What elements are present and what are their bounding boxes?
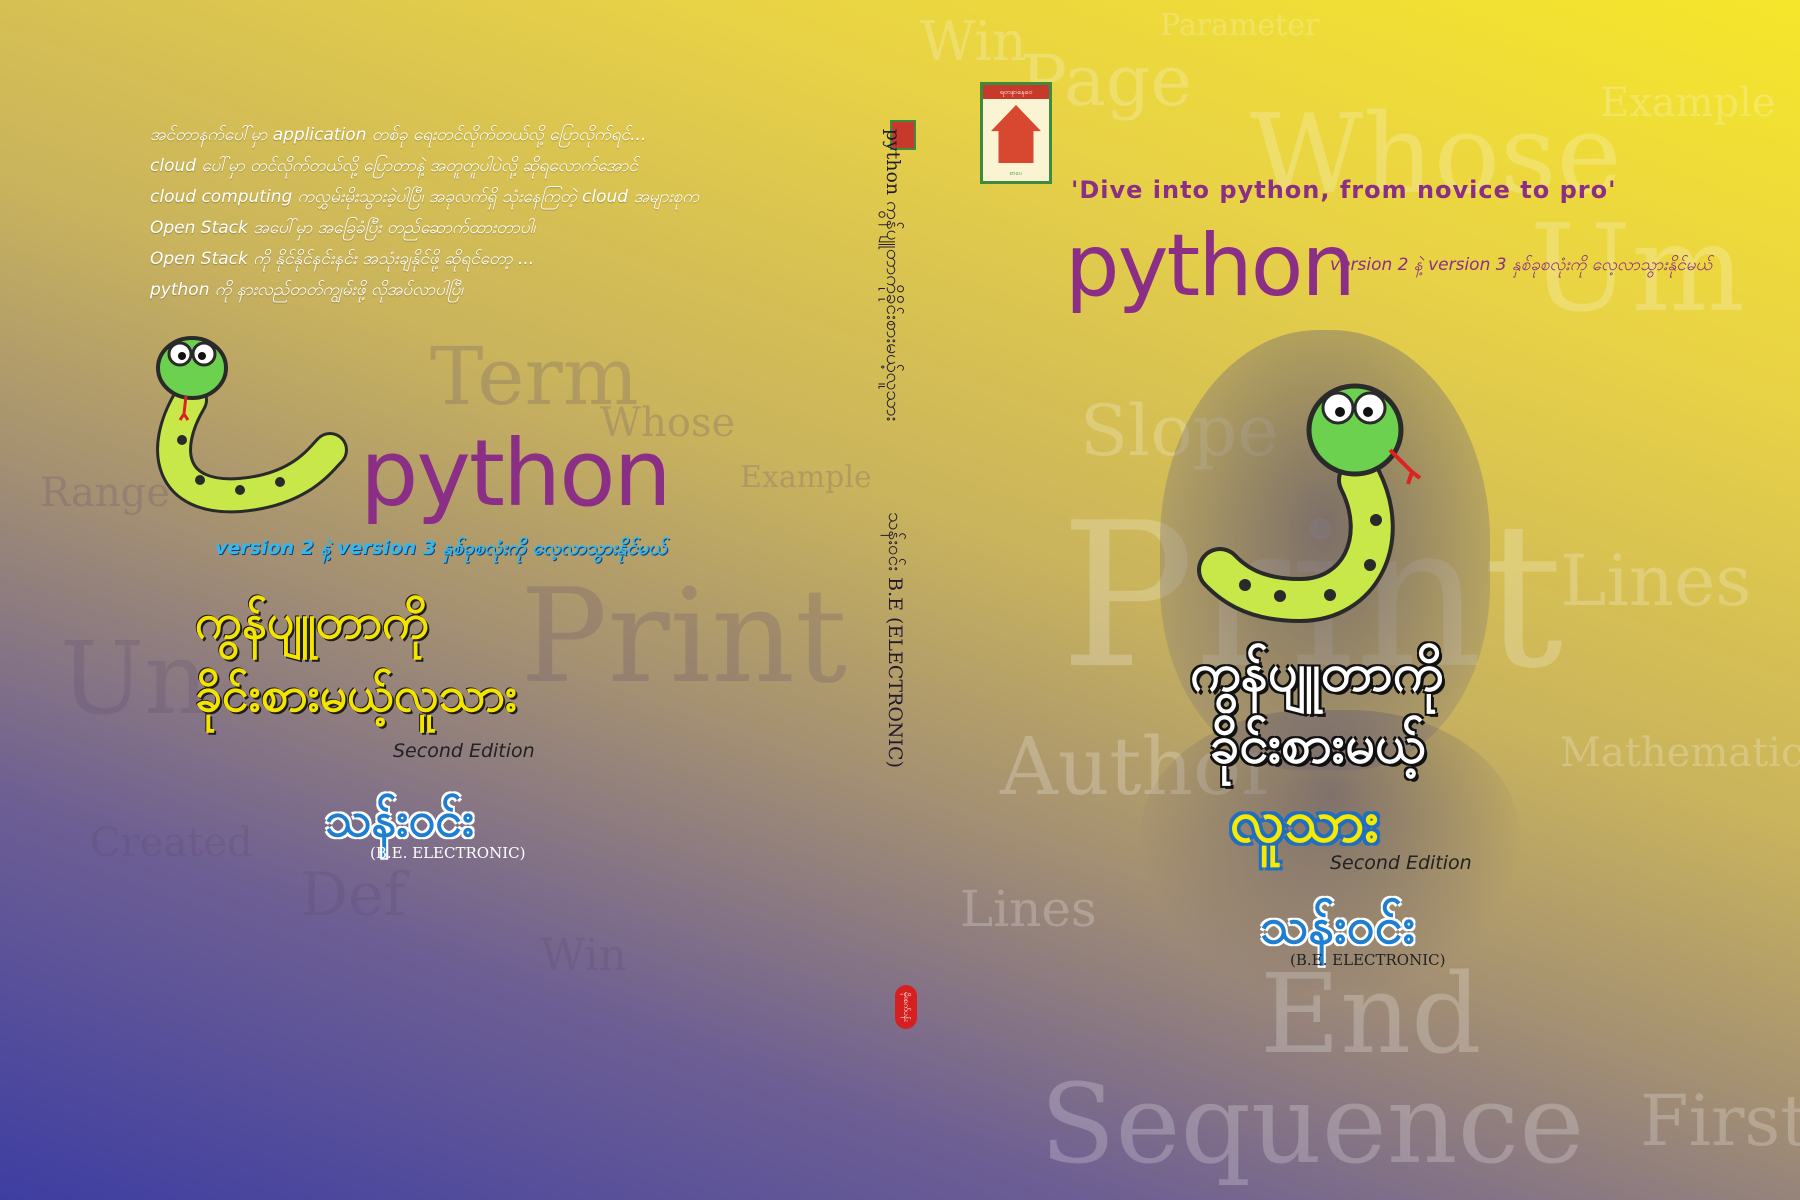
back-cover-blurb: အင်တာနက်ပေါ်မှာ application တစ်ခု ရေးတင်… <box>150 120 750 306</box>
book-spine: python ကွန်ပျူတာကိုခိုင်းစားမယ့်လူသား သန… <box>865 0 945 1200</box>
front-title-line2: ခိုင်းစားမယ့် <box>1210 715 1426 775</box>
front-author-degree: (B.E. ELECTRONIC) <box>1290 951 1446 969</box>
front-title-line1: ကွန်ပျူတာကို <box>1190 643 1444 703</box>
front-edition: Second Edition <box>1330 852 1472 874</box>
blurb-line: အင်တာနက်ပေါ်မှာ application တစ်ခု ရေးတင်… <box>150 125 647 145</box>
book-cover-spread: Win Page Parameter Whose Example Um Slop… <box>0 0 1800 1200</box>
blurb-line: cloud computing ကလွှမ်းမိုးသွားခဲ့ပါပြီ၊… <box>150 187 699 207</box>
back-snake-mascot-icon <box>156 336 348 514</box>
back-python-logo: python <box>360 420 672 527</box>
publisher-logo-bottom-text: စာပေ <box>1009 170 1023 177</box>
back-title-line1: ကွန်ပျူတာကို <box>195 594 430 650</box>
publisher-logo-top-text: ရတနာနေဝေ <box>983 85 1049 99</box>
spine-title: python ကွန်ပျူတာကိုခိုင်းစားမယ့်လူသား <box>882 128 904 422</box>
front-python-logo: python <box>1065 216 1356 316</box>
back-version-note: version 2 နဲ့ version 3 နှစ်ခုစလုံးကို လ… <box>215 537 667 559</box>
blurb-line: python ကို နားလည်တတ်ကျွမ်းဖို့ လိုအပ်လာပ… <box>150 280 463 300</box>
spine-author: သန်းဝင်း B.E (ELECTRONIC) <box>884 512 906 768</box>
publisher-logo: ရတနာနေဝေ စာပေ <box>980 82 1052 184</box>
spine-publisher-badge: မိုးစက်ပန်း <box>895 985 917 1029</box>
blurb-line: Open Stack ကို နိုင်နိုင်နင်းနင်း အသုံးခ… <box>150 249 535 269</box>
blurb-line: Open Stack အပေါ်မှာ အခြေခံပြီး တည်ဆောက်ထ… <box>150 218 536 238</box>
back-author-degree: (B.E. ELECTRONIC) <box>370 844 526 862</box>
front-snake-mascot-icon <box>1197 383 1422 624</box>
blurb-line: cloud ပေါ်မှာ တင်လိုက်တယ်လို့ ပြောတာနဲ့ … <box>150 156 638 176</box>
back-edition: Second Edition <box>393 740 535 762</box>
front-tagline: 'Dive into python, from novice to pro' <box>1071 176 1617 204</box>
front-version-note: version 2 နဲ့ version 3 နှစ်ခုစလုံးကို လ… <box>1330 255 1713 275</box>
back-title-line2: ခိုင်းစားမယ့်လူသား <box>195 667 518 723</box>
shrine-icon <box>991 105 1041 163</box>
